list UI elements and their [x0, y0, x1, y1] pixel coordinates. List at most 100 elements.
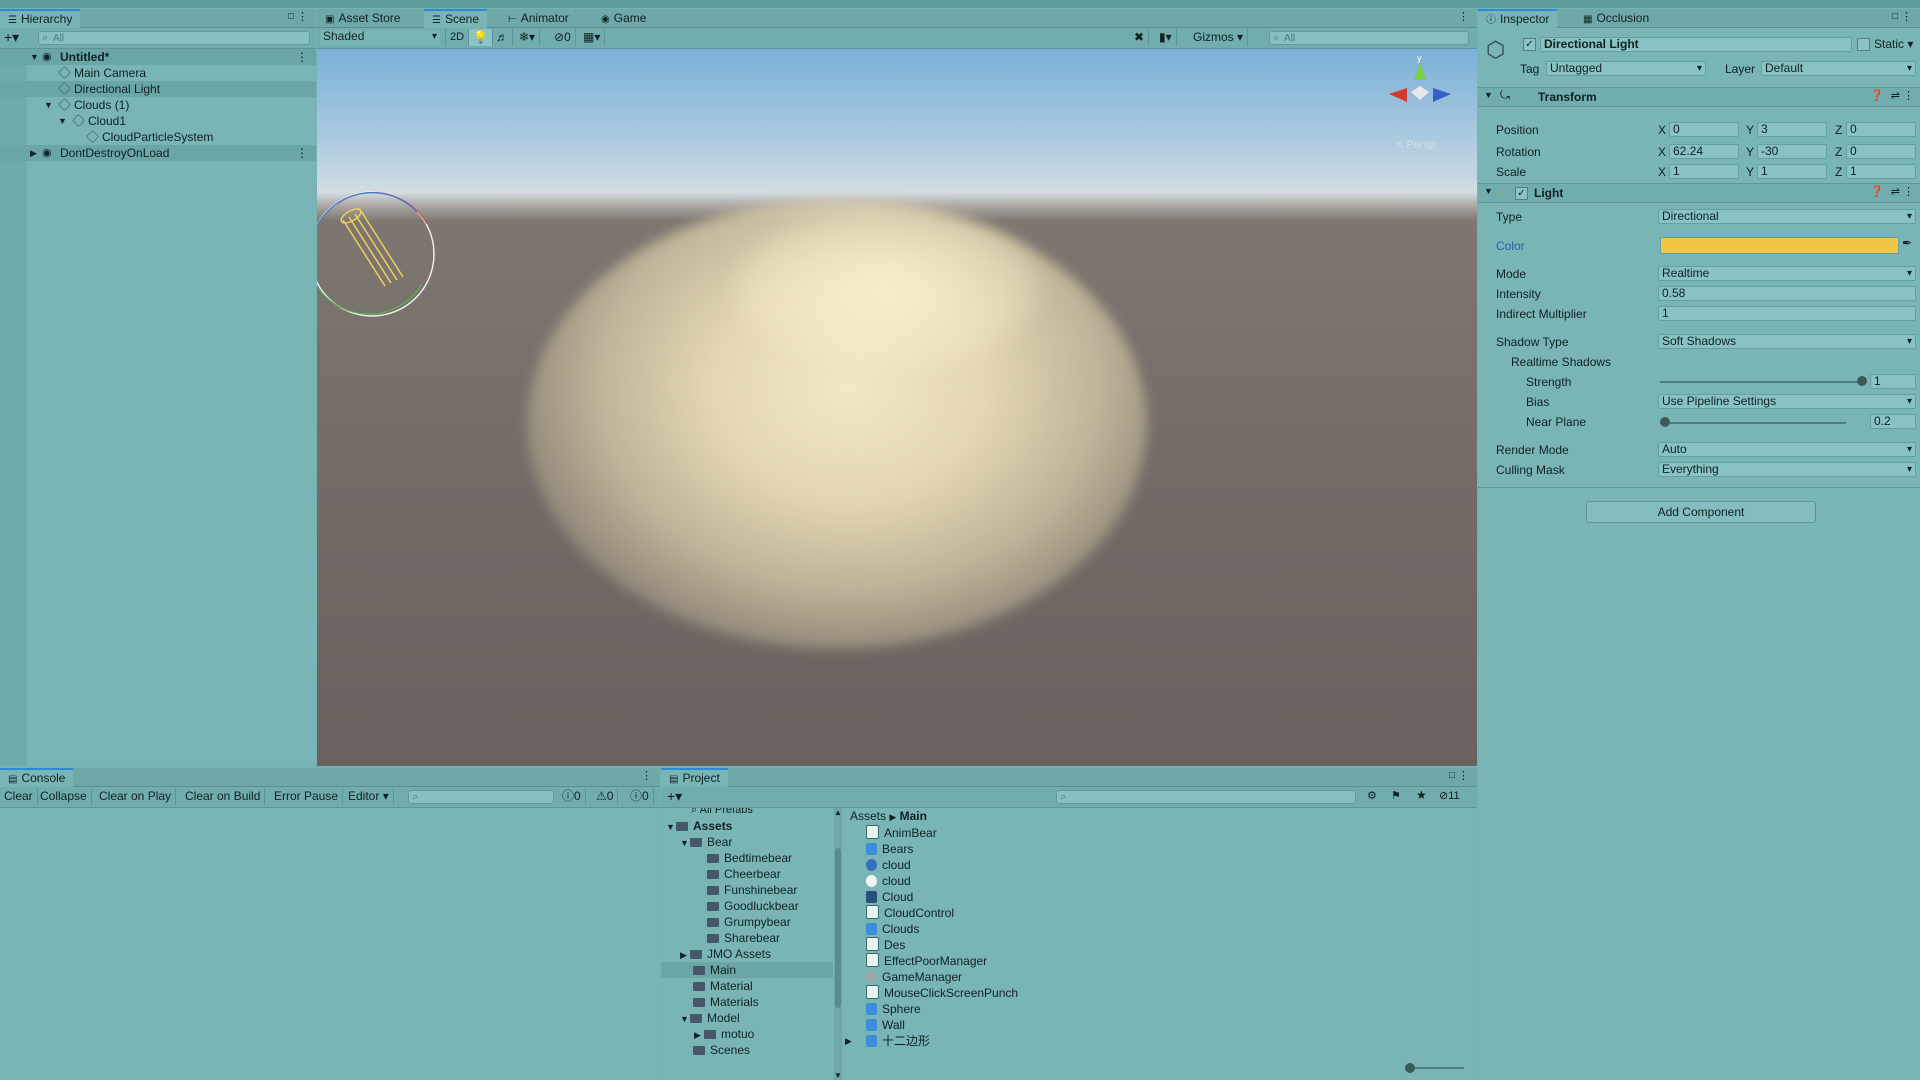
tab-occlusion[interactable]: ▦ Occlusion [1575, 9, 1657, 27]
hidden-objects-toggle[interactable]: ⊘0 [550, 29, 576, 46]
position-x-field[interactable]: 0 [1669, 122, 1739, 137]
effects-toggle-icon[interactable]: ❄▾ [515, 29, 541, 46]
near-plane-field[interactable]: 0.2 [1870, 414, 1916, 429]
shadow-type-dropdown[interactable]: Soft Shadows [1658, 334, 1916, 349]
rotation-z-field[interactable]: 0 [1846, 144, 1916, 159]
static-label[interactable]: Static ▾ [1874, 37, 1913, 51]
scale-z-field[interactable]: 1 [1846, 164, 1916, 179]
tab-game[interactable]: ◉ Game [593, 9, 654, 27]
lock-icon[interactable]: □ [1449, 770, 1455, 781]
file-item[interactable]: CloudControl [841, 905, 1477, 921]
file-item[interactable]: cloud [841, 873, 1477, 889]
clear-on-build-button[interactable]: Clear on Build [181, 788, 266, 805]
hierarchy-item-main-camera[interactable]: Main Camera [0, 65, 316, 81]
light-enabled-checkbox[interactable]: ✓ [1515, 187, 1528, 200]
tree-item-assets[interactable]: ▼ Assets [661, 818, 833, 834]
eyedropper-icon[interactable]: ✒ [1902, 236, 1912, 250]
orientation-gizmo[interactable]: y [1377, 54, 1463, 134]
tools-icon[interactable]: ✖ [1130, 29, 1150, 46]
tree-item-grumpybear[interactable]: Grumpybear [661, 914, 833, 930]
collapse-arrow-icon[interactable]: ▼ [1484, 186, 1493, 196]
file-item[interactable]: Bears [841, 841, 1477, 857]
expand-arrow-icon[interactable]: ▼ [58, 113, 68, 129]
hierarchy-item-dont-destroy-on-load[interactable]: ▶ ◉ DontDestroyOnLoad ⋮ [0, 145, 316, 161]
culling-mask-dropdown[interactable]: Everything [1658, 462, 1916, 477]
more-menu-icon[interactable]: ⋮ [641, 769, 652, 782]
more-menu-icon[interactable]: ⋮ [1458, 769, 1469, 782]
strength-slider-handle[interactable] [1857, 376, 1867, 386]
error-pause-button[interactable]: Error Pause [270, 788, 344, 805]
rotation-y-field[interactable]: -30 [1757, 144, 1827, 159]
lock-icon[interactable]: □ [1892, 11, 1898, 22]
file-item[interactable]: cloud [841, 857, 1477, 873]
tag-dropdown[interactable]: Untagged [1546, 61, 1706, 76]
tree-item-jmo-assets[interactable]: ▶ JMO Assets [661, 946, 833, 962]
scroll-down-icon[interactable]: ▼ [834, 1071, 842, 1080]
expand-arrow-icon[interactable]: ▼ [44, 97, 54, 113]
tab-project[interactable]: ▤ Project [661, 768, 728, 787]
hierarchy-item-clouds[interactable]: ▼ Clouds (1) [0, 97, 316, 113]
tree-item-main[interactable]: Main [661, 962, 833, 978]
file-item[interactable]: ▶ 十二边形 [841, 1033, 1477, 1049]
camera-settings-icon[interactable]: ▮▾ [1155, 29, 1177, 46]
render-mode-dropdown[interactable]: Auto [1658, 442, 1916, 457]
more-menu-icon[interactable]: ⋮ [1903, 89, 1914, 102]
position-y-field[interactable]: 3 [1757, 122, 1827, 137]
file-item[interactable]: Cloud [841, 889, 1477, 905]
shading-mode-dropdown[interactable]: Shaded [320, 30, 440, 45]
create-button[interactable]: +▾ [667, 788, 682, 805]
layer-dropdown[interactable]: Default [1761, 61, 1916, 76]
tree-item-sharebear[interactable]: Sharebear [661, 930, 833, 946]
audio-toggle-icon[interactable]: ♬ [492, 29, 513, 46]
hierarchy-item-scene[interactable]: ▼ ◉ Untitled* ⋮ [0, 49, 316, 65]
expand-arrow-icon[interactable]: ▼ [680, 1011, 690, 1027]
hierarchy-item-directional-light[interactable]: Directional Light [0, 81, 316, 97]
object-name-field[interactable]: Directional Light [1540, 37, 1852, 52]
rotation-x-field[interactable]: 62.24 [1669, 144, 1739, 159]
more-menu-icon[interactable]: ⋮ [297, 10, 308, 23]
light-type-dropdown[interactable]: Directional [1658, 209, 1916, 224]
tab-hierarchy[interactable]: ☰ Hierarchy [0, 9, 81, 28]
tree-item-cheerbear[interactable]: Cheerbear [661, 866, 833, 882]
collapse-button[interactable]: Collapse [36, 788, 92, 805]
tab-animator[interactable]: ⊢ Animator [500, 9, 577, 27]
position-z-field[interactable]: 0 [1846, 122, 1916, 137]
console-search-input[interactable] [408, 790, 554, 804]
expand-arrow-icon[interactable]: ▼ [666, 819, 676, 835]
expand-arrow-icon[interactable]: ▼ [680, 835, 690, 851]
hierarchy-search-input[interactable]: All [38, 31, 310, 45]
breadcrumb-main[interactable]: Main [900, 809, 927, 823]
preset-icon[interactable]: ⇌ [1891, 89, 1900, 102]
file-item[interactable]: GameManager [841, 969, 1477, 985]
help-icon[interactable]: ❓ [1870, 89, 1884, 102]
file-item[interactable]: Wall [841, 1017, 1477, 1033]
add-component-button[interactable]: Add Component [1586, 501, 1816, 523]
near-plane-slider-track[interactable] [1660, 422, 1846, 424]
project-search-input[interactable] [1056, 790, 1356, 804]
expand-arrow-icon[interactable]: ▶ [694, 1027, 704, 1043]
tree-item-scenes[interactable]: Scenes [661, 1042, 833, 1058]
light-mode-dropdown[interactable]: Realtime [1658, 266, 1916, 281]
lock-icon[interactable]: □ [288, 11, 294, 22]
scene-search-input[interactable]: All [1269, 31, 1469, 45]
scene-viewport[interactable]: y < Persp [317, 49, 1477, 766]
2d-toggle[interactable]: 2D [445, 29, 470, 46]
warning-count-toggle[interactable]: ⚠0 [592, 788, 619, 805]
tree-item-bear[interactable]: ▼ Bear [661, 834, 833, 850]
tree-item-goodluckbear[interactable]: Goodluckbear [661, 898, 833, 914]
tab-scene[interactable]: ☰ Scene [424, 9, 487, 28]
tree-item-bedtimebear[interactable]: Bedtimebear [661, 850, 833, 866]
gizmos-dropdown[interactable]: Gizmos ▾ [1189, 29, 1249, 46]
strength-slider-track[interactable] [1660, 381, 1860, 383]
file-item[interactable]: Clouds [841, 921, 1477, 937]
expand-arrow-icon[interactable]: ▼ [30, 49, 40, 65]
scale-x-field[interactable]: 1 [1669, 164, 1739, 179]
tab-inspector[interactable]: ⓘ Inspector [1478, 9, 1558, 28]
active-checkbox[interactable]: ✓ [1523, 38, 1536, 51]
strength-field[interactable]: 1 [1870, 374, 1916, 389]
collapse-arrow-icon[interactable]: ▼ [1484, 90, 1493, 100]
info-count-toggle[interactable]: ⓘ0 [558, 788, 586, 805]
light-color-swatch[interactable] [1660, 237, 1899, 254]
bias-dropdown[interactable]: Use Pipeline Settings [1658, 394, 1916, 409]
lighting-toggle-icon[interactable]: 💡 [469, 29, 493, 46]
